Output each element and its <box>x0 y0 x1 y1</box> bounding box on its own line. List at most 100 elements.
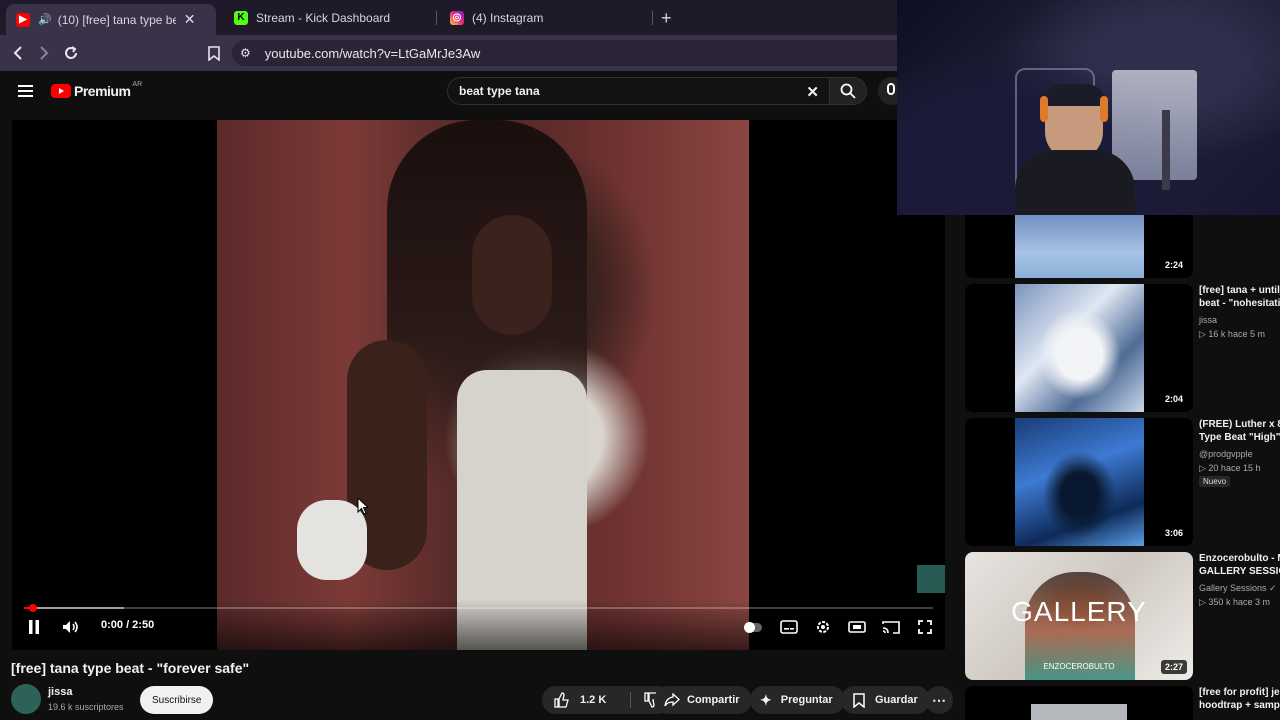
recommendation-title: (FREE) Luther x 80 <box>1199 419 1280 430</box>
channel-watermark[interactable] <box>917 565 945 593</box>
duration-badge: 2:24 <box>1160 258 1187 272</box>
microphone-icon <box>887 83 895 95</box>
ask-button[interactable]: ✦ Preguntar <box>750 686 845 714</box>
address-bar[interactable]: ⚙ youtube.com/watch?v=LtGaMrJe3Aw <box>232 40 932 66</box>
video-player[interactable]: 0:00 / 2:50 <box>12 120 945 650</box>
recommendation-item[interactable]: GALLERY ENZOCEROBULTO 2:27 Enzocerobulto… <box>965 552 1280 680</box>
search-value: beat type tana <box>459 84 540 98</box>
captions-icon[interactable] <box>780 619 798 635</box>
webcam-person-hair <box>1043 84 1105 106</box>
time-display: 0:00 / 2:50 <box>101 619 155 631</box>
close-tab-icon[interactable]: ✕ <box>184 11 196 28</box>
recommendation-title: GALLERY SESSION <box>1199 566 1280 577</box>
duration-badge: 2:27 <box>1160 660 1187 674</box>
sparkle-icon: ✦ <box>760 691 772 708</box>
tab-divider <box>652 11 653 25</box>
duration-badge: 2:04 <box>1160 392 1187 406</box>
reload-icon[interactable] <box>61 43 81 63</box>
youtube-logo[interactable]: Premium AR <box>51 80 143 99</box>
youtube-play-logo-icon <box>51 84 71 98</box>
channel-name[interactable]: jissa <box>48 686 72 698</box>
tab-youtube[interactable]: ▶ 🔊 (10) [free] tana type beat - "fo ✕ <box>6 4 216 35</box>
kick-favicon-icon: K <box>234 10 248 25</box>
tab-kick[interactable]: K Stream - Kick Dashboard <box>224 4 434 31</box>
headphones-icon <box>1100 96 1108 122</box>
recommendation-item[interactable]: 2:24 <box>965 214 1280 278</box>
buffered-bar <box>24 607 124 609</box>
recommendation-meta: ▷ 350 k hace 3 m <box>1199 597 1270 607</box>
autoplay-toggle[interactable] <box>743 619 763 635</box>
recommendation-thumbnail[interactable]: GALLERY ENZOCEROBULTO 2:27 <box>965 552 1193 680</box>
search-input[interactable]: beat type tana ✕ <box>447 77 830 105</box>
save-bookmark-icon <box>853 692 865 708</box>
thumbnail-subtext: ENZOCEROBULTO <box>1043 662 1115 671</box>
tab-instagram[interactable]: ◎ (4) Instagram <box>440 4 650 31</box>
share-icon <box>664 693 680 707</box>
recommendation-title: [free for profit] jerk <box>1199 687 1280 698</box>
recommendation-meta: ▷ 20 hace 15 h <box>1199 463 1261 473</box>
bookmark-icon[interactable] <box>204 43 224 63</box>
player-controls: 0:00 / 2:50 <box>12 600 945 650</box>
recommendation-title: Enzocerobulto - M <box>1199 553 1280 564</box>
clear-search-icon[interactable]: ✕ <box>806 83 819 101</box>
ask-label: Preguntar <box>780 694 833 706</box>
tab-divider <box>436 11 437 25</box>
video-frame <box>217 120 749 650</box>
recommendation-thumbnail[interactable]: 2:24 <box>965 214 1193 278</box>
recommendation-item[interactable]: [free for profit] jerk hoodtrap + sample <box>965 686 1280 720</box>
forward-icon[interactable] <box>34 43 54 63</box>
back-icon[interactable] <box>8 43 28 63</box>
site-settings-icon[interactable]: ⚙ <box>240 46 251 60</box>
fullscreen-icon[interactable] <box>917 619 933 635</box>
channel-avatar[interactable] <box>11 684 41 714</box>
tab-title: Stream - Kick Dashboard <box>256 10 391 25</box>
settings-gear-icon[interactable] <box>814 619 832 635</box>
instagram-favicon-icon: ◎ <box>450 10 464 25</box>
volume-icon[interactable] <box>62 619 80 635</box>
recommendation-title: Type Beat "High" <box>1199 432 1280 443</box>
subscriber-count: 19.6 k suscriptores <box>48 702 124 712</box>
recommendation-channel: @prodgvpple <box>1199 449 1253 459</box>
recommendation-item[interactable]: 3:06 (FREE) Luther x 80 Type Beat "High"… <box>965 418 1280 546</box>
premium-label: Premium <box>74 83 131 99</box>
thumbs-up-icon <box>554 692 569 708</box>
tab-title: (4) Instagram <box>472 10 544 25</box>
like-dislike-group: 1.2 K <box>542 686 672 714</box>
cast-icon[interactable] <box>882 619 900 635</box>
more-actions-icon[interactable]: ⋯ <box>925 686 953 714</box>
new-badge: Nuevo <box>1199 476 1231 487</box>
webcam-overlay <box>897 0 1280 215</box>
pause-icon[interactable] <box>26 619 42 635</box>
progress-bar[interactable] <box>24 604 933 612</box>
like-divider <box>630 692 631 708</box>
like-button[interactable]: 1.2 K <box>542 686 630 714</box>
search-icon <box>840 83 856 99</box>
search-button[interactable] <box>829 77 867 105</box>
video-subject-face <box>472 215 552 335</box>
mouse-cursor-icon <box>357 496 370 520</box>
verified-icon: ✓ <box>1269 583 1277 593</box>
recommendation-item[interactable]: 2:04 [free] tana + untilja beat - "nohes… <box>965 284 1280 412</box>
webcam-person-shirt <box>1015 150 1135 215</box>
scrubber-handle[interactable] <box>29 604 38 612</box>
share-button[interactable]: Compartir <box>654 686 752 714</box>
menu-icon[interactable] <box>18 84 33 102</box>
new-tab-icon[interactable]: + <box>661 8 672 29</box>
recommendation-thumbnail[interactable] <box>965 686 1193 720</box>
theater-mode-icon[interactable] <box>848 619 866 635</box>
recommendation-meta: ▷ 16 k hace 5 m <box>1199 329 1265 339</box>
youtube-favicon-icon: ▶ <box>16 12 30 27</box>
recommendation-thumbnail[interactable]: 3:06 <box>965 418 1193 546</box>
subscribe-button[interactable]: Suscribirse <box>140 686 214 714</box>
recommendation-channel: jissa <box>1199 315 1218 325</box>
region-code: AR <box>132 80 143 88</box>
url-text: youtube.com/watch?v=LtGaMrJe3Aw <box>264 45 481 61</box>
audio-playing-icon[interactable]: 🔊 <box>38 13 52 26</box>
recommendation-thumbnail[interactable]: 2:04 <box>965 284 1193 412</box>
share-label: Compartir <box>687 694 740 706</box>
save-button[interactable]: Guardar <box>841 686 930 714</box>
duration-badge: 3:06 <box>1160 526 1187 540</box>
recommendation-title: beat - "nohesitatio <box>1199 298 1280 309</box>
thumbnail-text: GALLERY <box>1011 596 1147 627</box>
microphone-stand <box>1162 110 1170 190</box>
